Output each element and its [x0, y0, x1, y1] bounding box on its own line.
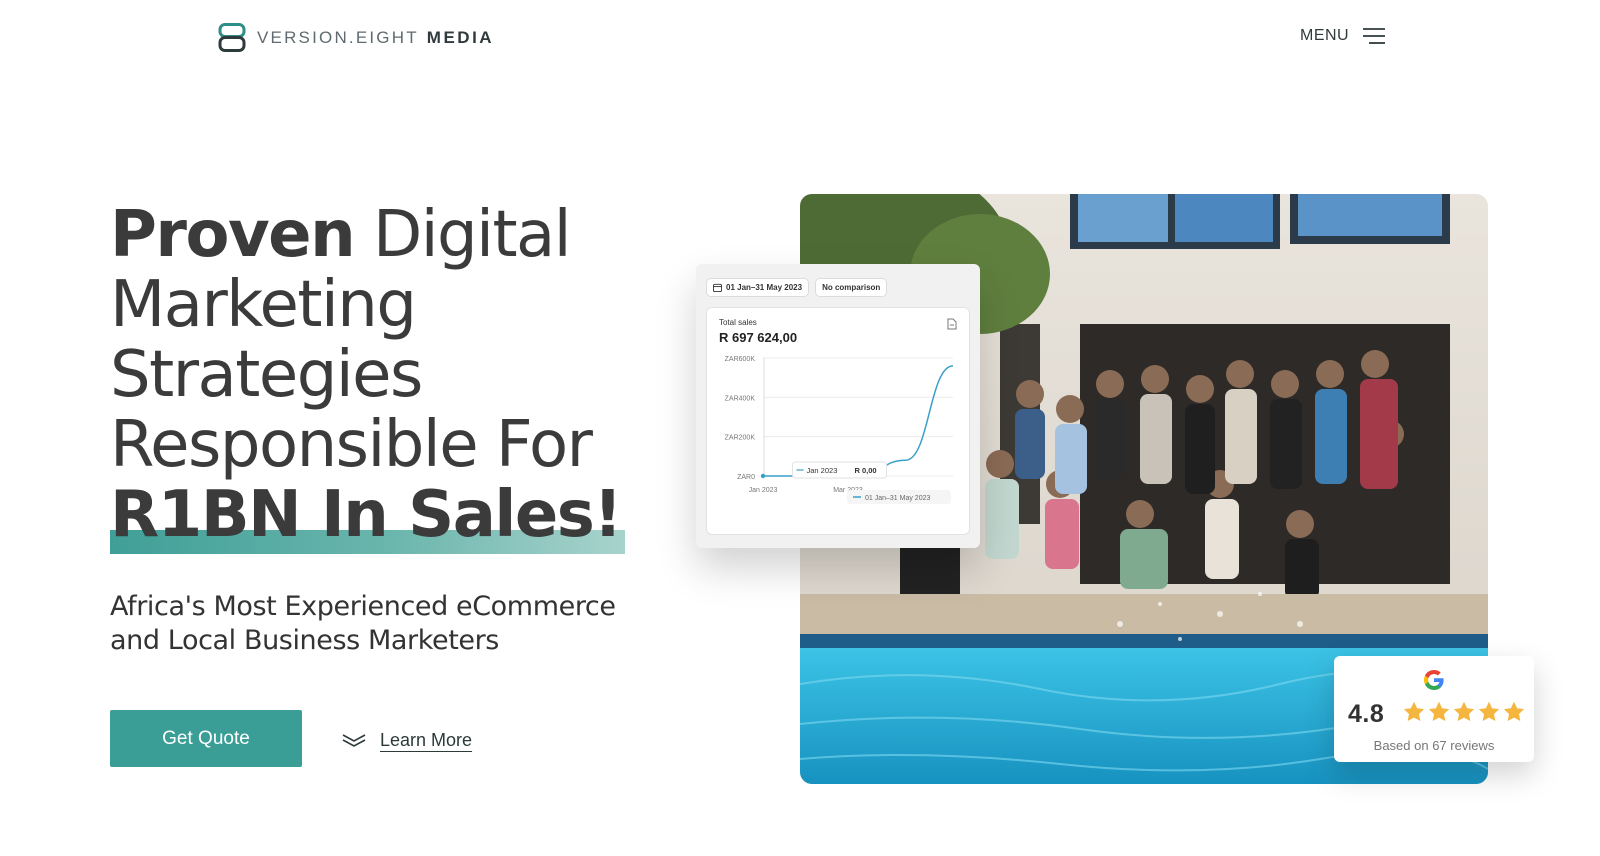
- y-tick-label: ZAR0: [737, 474, 755, 481]
- subtitle-line-1: Africa's Most Experienced eCommerce: [110, 591, 616, 622]
- total-sales-label: Total sales: [719, 318, 757, 327]
- double-chevron-down-icon: [342, 733, 366, 747]
- menu-label: MENU: [1300, 27, 1350, 44]
- logo-text-light: VERSION.EIGHT: [257, 28, 419, 47]
- hamburger-icon: [1363, 28, 1386, 44]
- logo-text-bold: MEDIA: [426, 28, 495, 47]
- tooltip-date: Jan 2023: [807, 466, 838, 475]
- y-tick-label: ZAR200K: [725, 435, 756, 442]
- google-review-card[interactable]: 4.8 Based on 67 reviews: [1334, 656, 1534, 762]
- sales-dashboard-card: 01 Jan–31 May 2023 No comparison Total s…: [696, 264, 980, 548]
- export-document-icon[interactable]: [947, 318, 957, 330]
- headline-line-1-rest: Digital: [354, 198, 572, 272]
- rating-stars: [1402, 700, 1526, 724]
- headline-highlight: R1BN In Sales!: [110, 478, 625, 554]
- headline-line-5: R1BN In Sales!: [110, 478, 710, 554]
- star-icon: [1428, 701, 1450, 721]
- x-tick-label: Jan 2023: [749, 487, 778, 494]
- subtitle-line-2: and Local Business Marketers: [110, 625, 499, 656]
- date-range-pill[interactable]: 01 Jan–31 May 2023: [706, 278, 810, 297]
- get-quote-button[interactable]: Get Quote: [110, 710, 302, 767]
- logo-text: VERSION.EIGHT MEDIA: [257, 28, 494, 48]
- comparison-pill[interactable]: No comparison: [815, 278, 888, 297]
- comparison-label: No comparison: [822, 283, 881, 292]
- date-range-label: 01 Jan–31 May 2023: [726, 283, 803, 292]
- dashboard-filters: 01 Jan–31 May 2023 No comparison: [706, 278, 970, 297]
- calendar-icon: [713, 283, 722, 292]
- total-sales-value: R 697 624,00: [719, 330, 798, 345]
- total-sales-panel: Total sales R 697 624,00 ZAR600K ZAR400K Z…: [706, 307, 970, 535]
- y-tick-label: ZAR400K: [725, 395, 756, 402]
- tooltip-value: R 0,00: [855, 466, 877, 475]
- learn-more-label: Learn More: [380, 730, 473, 750]
- legend-label: 01 Jan–31 May 2023: [865, 495, 930, 502]
- series-point: [760, 473, 766, 479]
- headline-bold-word: Proven: [110, 198, 356, 272]
- site-logo[interactable]: VERSION.EIGHT MEDIA: [217, 22, 494, 54]
- google-g-icon: [1424, 670, 1444, 690]
- sales-line-chart: ZAR600KZAR400KZAR200KZAR0Jan 2023 Mar 202…: [725, 356, 954, 504]
- headline-line-4: Responsible For: [110, 408, 593, 482]
- headline-line-1: Proven Digital: [110, 200, 710, 270]
- headline-highlight-text: R1BN In Sales!: [110, 478, 623, 552]
- headline-line-2: Marketing: [110, 268, 417, 342]
- y-tick-label: ZAR600K: [725, 356, 756, 363]
- star-icon: [1403, 701, 1425, 721]
- rating-value: 4.8: [1348, 700, 1385, 728]
- menu-button[interactable]: MENU: [1300, 27, 1386, 45]
- star-icon: [1453, 701, 1475, 721]
- headline-line-3: Strategies: [110, 338, 423, 412]
- learn-more-link[interactable]: Learn More: [342, 730, 472, 751]
- star-icon: [1478, 701, 1500, 721]
- star-icon: [1503, 701, 1525, 721]
- hero-headline: Proven Digital Marketing Strategies Resp…: [110, 200, 710, 554]
- series-line: [763, 365, 954, 477]
- figure-eight-logo-icon: [218, 23, 246, 52]
- hero-subtitle: Africa's Most Experienced eCommerce and …: [110, 590, 670, 658]
- review-count-note: Based on 67 reviews: [1373, 738, 1495, 753]
